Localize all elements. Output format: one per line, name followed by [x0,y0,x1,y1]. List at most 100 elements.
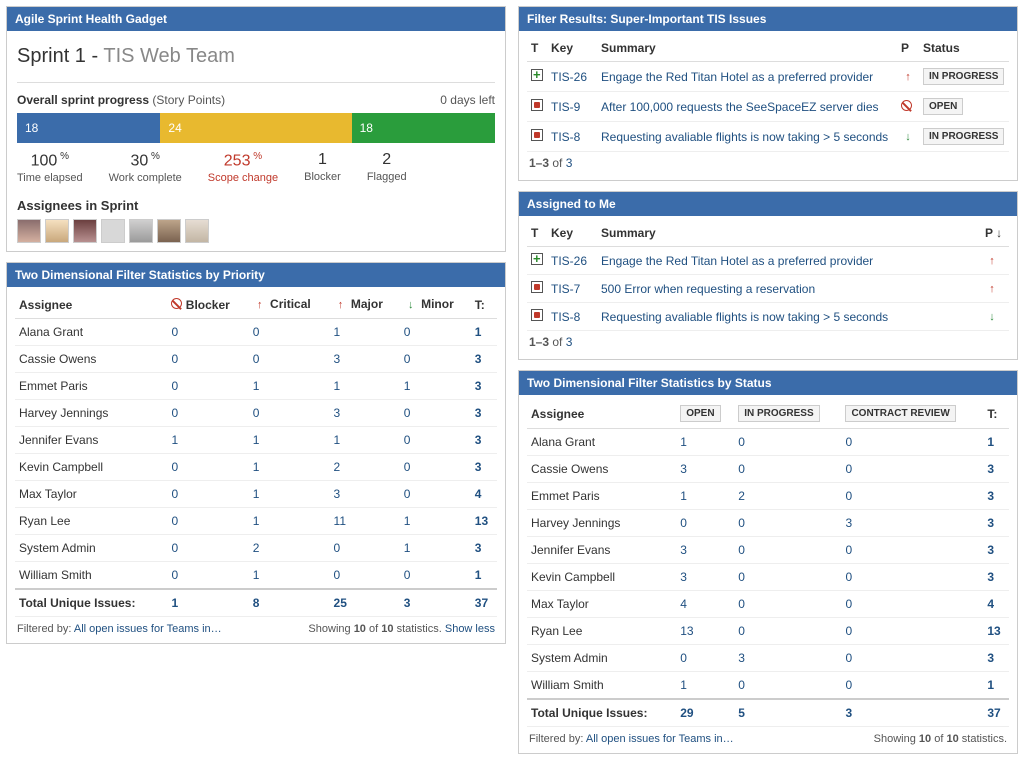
assigned-to-me-table: TKeySummaryP ↓TIS-26Engage the Red Titan… [527,220,1009,331]
page-count: 1–3 of 3 [527,152,1009,174]
page-count: 1–3 of 3 [527,331,1009,353]
table-row[interactable]: Cassie Owens00303 [15,346,497,373]
priority-down-icon: ↓ [985,310,999,324]
avatar[interactable] [45,219,69,243]
gadget-header[interactable]: Filter Results: Super-Important TIS Issu… [519,7,1017,31]
type-icon [531,99,543,111]
gadget-footer: Filtered by: All open issues for Teams i… [15,617,497,637]
table-row[interactable]: Max Taylor4004 [527,591,1009,618]
metric: 1Blocker [304,151,341,184]
gadget-header[interactable]: Assigned to Me [519,192,1017,216]
issue-key-link[interactable]: TIS-8 [551,310,580,324]
table-row[interactable]: Alana Grant1001 [527,429,1009,456]
issue-key-link[interactable]: TIS-9 [551,100,580,114]
issue-key-link[interactable]: TIS-7 [551,282,580,296]
issue-summary-link[interactable]: After 100,000 requests the SeeSpaceEZ se… [601,100,879,114]
filter-link[interactable]: All open issues for Teams in… [586,733,734,745]
gadget-header[interactable]: Two Dimensional Filter Statistics by Sta… [519,371,1017,395]
table-row[interactable]: Kevin Campbell3003 [527,564,1009,591]
sprint-title: Sprint 1 - TIS Web Team [17,45,495,68]
table-row[interactable]: TIS-8 Requesting avaliable flights is now… [527,122,1009,152]
status-badge: IN PROGRESS [923,128,1004,145]
issue-key-link[interactable]: TIS-26 [551,70,587,84]
status-badge: CONTRACT REVIEW [845,405,955,422]
progress-segment: 18 [352,113,495,143]
table-row[interactable]: William Smith01001 [15,562,497,590]
metric: 253 %Scope change [208,151,278,184]
type-icon [531,129,543,141]
avatar[interactable] [185,219,209,243]
avatar[interactable] [73,219,97,243]
sprint-health-gadget: Agile Sprint Health Gadget Sprint 1 - TI… [6,6,506,252]
issue-key-link[interactable]: TIS-8 [551,130,580,144]
issue-key-link[interactable]: TIS-26 [551,254,587,268]
progress-bar: 182418 [17,113,495,143]
avatar[interactable] [157,219,181,243]
table-row[interactable]: Alana Grant00101 [15,319,497,346]
type-icon [531,253,543,265]
progress-segment: 18 [17,113,160,143]
table-row[interactable]: Harvey Jennings0033 [527,510,1009,537]
table-row[interactable]: Max Taylor01304 [15,481,497,508]
blocker-icon [901,100,912,111]
type-icon [531,309,543,321]
total-row: Total Unique Issues:1825337 [15,589,497,617]
avatar[interactable] [17,219,41,243]
gadget-footer: Filtered by: All open issues for Teams i… [527,727,1009,747]
filter-results-table: TKeySummaryPStatusTIS-26Engage the Red T… [527,35,1009,152]
table-row[interactable]: TIS-26 Engage the Red Titan Hotel as a pr… [527,62,1009,92]
table-row[interactable]: Cassie Owens3003 [527,456,1009,483]
metric: 100 %Time elapsed [17,151,83,184]
table-row[interactable]: Kevin Campbell01203 [15,454,497,481]
table-row[interactable]: Jennifer Evans3003 [527,537,1009,564]
table-row[interactable]: TIS-7 500 Error when requesting a reserva… [527,275,1009,303]
metric: 30 %Work complete [109,151,182,184]
assignees-heading: Assignees in Sprint [17,198,495,213]
days-left-label: 0 days left [440,93,495,107]
table-row[interactable]: System Admin02013 [15,535,497,562]
overall-progress-label: Overall sprint progress (Story Points) [17,93,225,107]
table-row[interactable]: William Smith1001 [527,672,1009,700]
avatar[interactable] [101,219,125,243]
priority-up-icon: ↑ [901,70,915,84]
table-row[interactable]: Jennifer Evans11103 [15,427,497,454]
metric: 2Flagged [367,151,407,184]
table-row[interactable]: System Admin0303 [527,645,1009,672]
status-badge: OPEN [680,405,720,422]
status-badge: IN PROGRESS [923,68,1004,85]
progress-segment: 24 [160,113,351,143]
show-less-link[interactable]: Show less [445,623,495,635]
status-badge: OPEN [923,98,963,115]
issue-summary-link[interactable]: Engage the Red Titan Hotel as a preferre… [601,254,873,268]
table-row[interactable]: Ryan Lee0111113 [15,508,497,535]
priority-up-icon: ↑ [334,298,348,312]
stats-priority-table: Assignee Blocker↑ Critical↑ Major↓ Minor… [15,291,497,617]
issue-summary-link[interactable]: Requesting avaliable flights is now taki… [601,310,888,324]
issue-summary-link[interactable]: 500 Error when requesting a reservation [601,282,815,296]
filter-results-gadget: Filter Results: Super-Important TIS Issu… [518,6,1018,181]
priority-down-icon: ↓ [901,130,915,144]
type-icon [531,281,543,293]
priority-up-icon: ↑ [985,282,999,296]
stats-status-table: AssigneeOPENIN PROGRESSCONTRACT REVIEWT:… [527,399,1009,727]
status-badge: IN PROGRESS [738,405,819,422]
table-row[interactable]: Emmet Paris01113 [15,373,497,400]
gadget-header[interactable]: Agile Sprint Health Gadget [7,7,505,31]
issue-summary-link[interactable]: Requesting avaliable flights is now taki… [601,130,888,144]
filter-link[interactable]: All open issues for Teams in… [74,623,222,635]
assigned-to-me-gadget: Assigned to Me TKeySummaryP ↓TIS-26Engag… [518,191,1018,360]
avatar[interactable] [129,219,153,243]
table-row[interactable]: TIS-8 Requesting avaliable flights is now… [527,303,1009,331]
table-row[interactable]: Emmet Paris1203 [527,483,1009,510]
table-row[interactable]: TIS-26 Engage the Red Titan Hotel as a pr… [527,247,1009,275]
sprint-name: Sprint 1 [17,45,86,67]
table-row[interactable]: Harvey Jennings00303 [15,400,497,427]
gadget-header[interactable]: Two Dimensional Filter Statistics by Pri… [7,263,505,287]
issue-summary-link[interactable]: Engage the Red Titan Hotel as a preferre… [601,70,873,84]
metrics-row: 100 %Time elapsed 30 %Work complete 253 %S… [17,151,495,184]
table-row[interactable]: TIS-9 After 100,000 requests the SeeSpace… [527,92,1009,122]
table-row[interactable]: Ryan Lee130013 [527,618,1009,645]
total-row: Total Unique Issues:295337 [527,699,1009,727]
stats-priority-gadget: Two Dimensional Filter Statistics by Pri… [6,262,506,644]
priority-up-icon: ↑ [985,254,999,268]
